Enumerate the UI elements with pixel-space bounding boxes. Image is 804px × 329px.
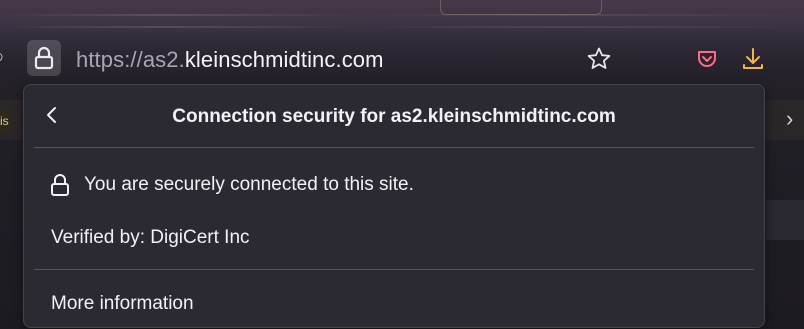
secure-connection-row: You are securely connected to this site. [50, 171, 414, 199]
tab-edge [440, 0, 602, 15]
lock-icon [34, 46, 54, 70]
url-scheme: https://as2. [76, 47, 185, 72]
star-icon [587, 47, 611, 69]
background-streak [0, 14, 804, 16]
pocket-button[interactable] [692, 44, 722, 74]
panel-title: Connection security for as2.kleinschmidt… [172, 106, 616, 127]
divider [34, 269, 754, 270]
divider [34, 147, 754, 148]
panel-header: Connection security for as2.kleinschmidt… [24, 85, 764, 147]
background-streak [0, 26, 804, 28]
chevron-right-icon[interactable]: › [786, 106, 793, 132]
site-identity-button[interactable] [27, 40, 61, 76]
bookmark-button[interactable] [584, 44, 614, 74]
more-information-button[interactable]: More information [51, 293, 194, 315]
verified-by-label: Verified by: DigiCert Inc [51, 227, 250, 248]
url-host: kleinschmidtinc.com [184, 47, 384, 72]
url-text[interactable]: https://as2.kleinschmidtinc.com [76, 47, 384, 73]
secure-message: You are securely connected to this site. [84, 174, 414, 195]
download-icon [743, 48, 763, 69]
partial-icon: ○ [0, 46, 4, 69]
bookmark-item-partial[interactable]: is [0, 110, 10, 132]
downloads-button[interactable] [738, 44, 768, 74]
lock-icon [51, 174, 69, 196]
pocket-icon [698, 51, 716, 67]
connection-security-panel: Connection security for as2.kleinschmidt… [23, 84, 765, 328]
page-content-strip [766, 200, 804, 240]
